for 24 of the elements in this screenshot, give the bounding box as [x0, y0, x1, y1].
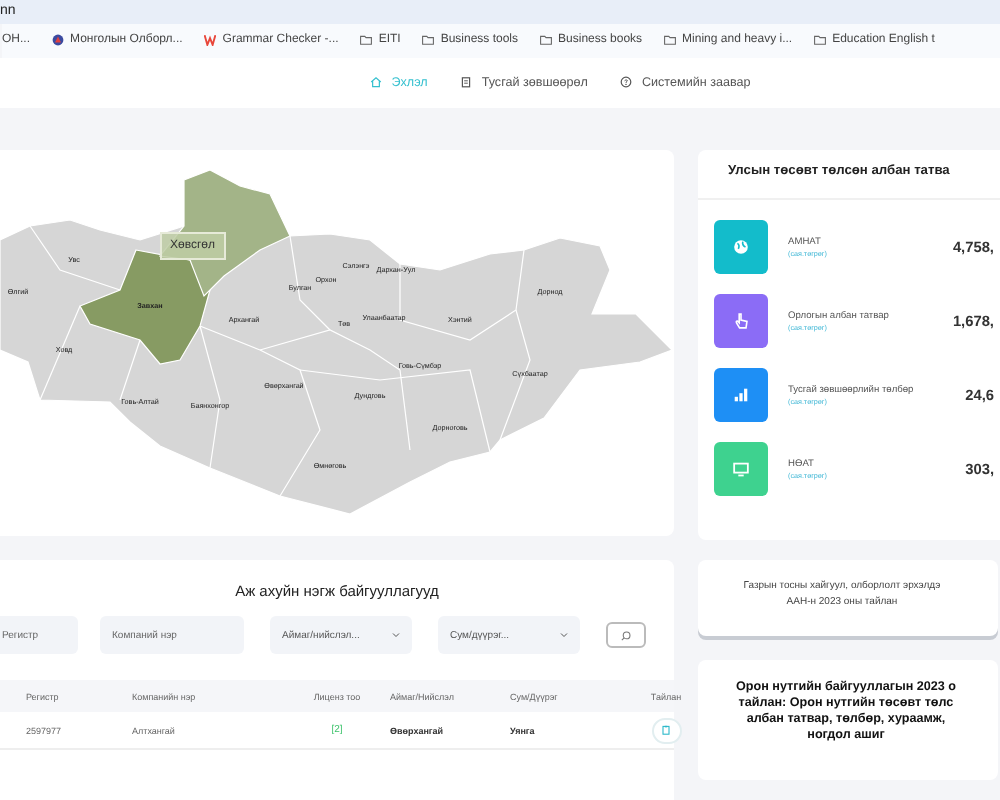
- region-border: [39, 305, 81, 401]
- region-border: [29, 225, 121, 291]
- clipboard-icon: [660, 724, 672, 736]
- emblem-icon: [52, 34, 65, 47]
- folder-icon: [540, 34, 553, 47]
- globe-icon: [732, 238, 750, 256]
- region-border: [119, 339, 141, 401]
- folder-icon: [422, 34, 435, 47]
- report-button[interactable]: [651, 717, 681, 743]
- bar-chart-icon: [732, 386, 750, 404]
- help-icon: [619, 76, 632, 89]
- folder-icon: [814, 34, 827, 47]
- monitor-icon: [732, 460, 750, 478]
- search-icon: [620, 629, 632, 641]
- chevron-down-icon: [560, 632, 568, 638]
- folder-icon: [664, 34, 677, 47]
- clipboard-icon: [459, 76, 472, 89]
- region-shape[interactable]: [79, 249, 211, 365]
- chevron-down-icon: [392, 632, 400, 638]
- w-logo-icon: [204, 34, 217, 47]
- folder-icon: [360, 34, 373, 47]
- home-icon: [369, 76, 382, 89]
- pointer-hand-icon: [732, 312, 750, 330]
- search-button[interactable]: [606, 622, 646, 648]
